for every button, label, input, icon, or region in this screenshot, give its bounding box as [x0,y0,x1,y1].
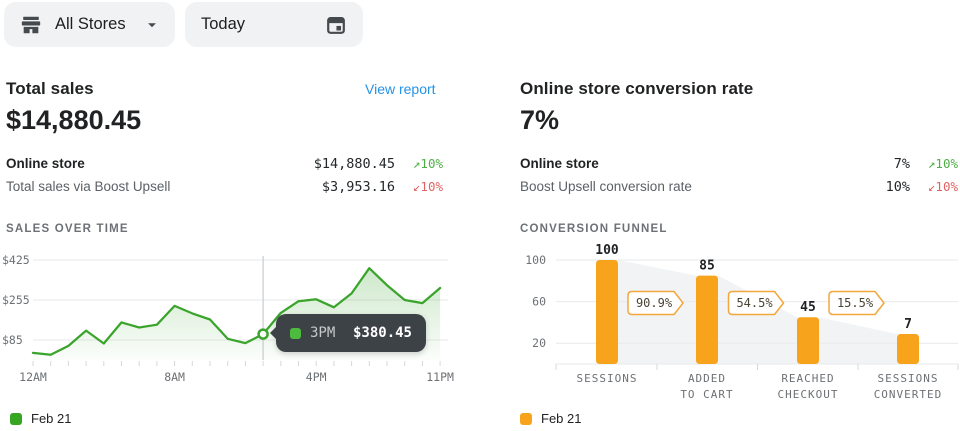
metric-row: Online store $14,880.45 ↗10% [6,152,443,175]
metric-value: $14,880.45 [314,156,395,172]
x-axis-label: 11PM [426,370,454,384]
metric-label: Boost Upsell conversion rate [520,179,886,194]
drop-rate-label: 90.9% [636,296,673,310]
legend-label: Feb 21 [541,411,581,426]
chart-tooltip: 3PM $380.45 [276,314,426,352]
date-range-selector[interactable]: Today [185,2,363,47]
funnel-bar[interactable] [797,317,819,364]
funnel-chart[interactable]: 100 60 20 100 SESSIONS 85 ADDED TO CART 45 REACHE… [520,236,960,408]
metric-row: Online store 7% ↗10% [520,152,958,175]
category-label: SESSIONS [878,372,939,385]
metric-label: Online store [520,156,894,171]
legend-swatch-orange [520,413,532,425]
legend-swatch-green [10,413,22,425]
total-sales-value: $14,880.45 [6,105,141,136]
funnel-legend: Feb 21 [520,411,581,426]
x-axis-label: 4PM [306,370,327,384]
metric-value: 10% [886,179,910,195]
metric-delta: ↙10% [395,179,443,194]
conversion-metrics: Online store 7% ↗10% Boost Upsell conver… [520,152,958,198]
store-icon [20,14,42,36]
view-report-link[interactable]: View report [365,81,436,97]
sales-over-time-heading: SALES OVER TIME [6,223,129,235]
tooltip-time: 3PM [310,325,335,341]
tooltip-series-swatch [290,328,301,339]
metric-delta: ↗10% [395,156,443,171]
category-label: CHECKOUT [778,388,839,401]
x-axis-label: 8AM [164,370,185,384]
metric-row: Boost Upsell conversion rate 10% ↙10% [520,175,958,198]
bar-value-label: 85 [699,259,715,274]
category-label: SESSIONS [577,372,638,385]
y-axis-label: $255 [2,293,30,307]
metric-value: 7% [894,156,910,172]
metric-delta: ↙10% [910,179,958,194]
legend-label: Feb 21 [31,411,71,426]
x-axis-label: 12AM [19,370,47,384]
conversion-funnel-heading: CONVERSION FUNNEL [520,223,668,235]
category-label: ADDED [688,372,726,385]
total-sales-metrics: Online store $14,880.45 ↗10% Total sales… [6,152,443,198]
drop-rate-label: 54.5% [736,296,773,310]
drop-rate-label: 15.5% [837,296,874,310]
metric-label: Online store [6,156,314,171]
metric-delta: ↗10% [910,156,958,171]
bar-value-label: 45 [800,300,816,315]
bar-value-label: 7 [904,317,912,332]
metric-value: $3,953.16 [322,179,395,195]
tooltip-amount: $380.45 [353,325,412,341]
total-sales-title: Total sales [6,79,94,99]
category-label: REACHED [781,372,834,385]
bar-value-label: 100 [595,243,619,258]
conversion-rate-title: Online store conversion rate [520,79,753,99]
date-range-label: Today [201,15,245,34]
y-axis-label: 20 [532,336,546,350]
funnel-bar[interactable] [596,260,618,364]
y-axis-label: $425 [2,253,30,267]
funnel-bar[interactable] [897,334,919,364]
analytics-dashboard: All Stores Today Total sales View report… [0,0,960,431]
calendar-icon [325,14,347,36]
conversion-rate-value: 7% [520,105,559,136]
hover-point-marker [259,330,268,339]
category-label: CONVERTED [874,388,943,401]
sales-legend: Feb 21 [10,411,71,426]
category-label: TO CART [680,388,733,401]
y-axis-label: $85 [2,333,23,347]
metric-label: Total sales via Boost Upsell [6,179,322,194]
funnel-bar[interactable] [696,276,718,364]
store-selector[interactable]: All Stores [4,2,175,47]
y-axis-label: 100 [525,253,546,267]
filter-bar: All Stores Today [4,2,363,47]
y-axis-label: 60 [532,295,546,309]
chevron-down-icon [145,18,159,32]
metric-row: Total sales via Boost Upsell $3,953.16 ↙… [6,175,443,198]
store-selector-label: All Stores [55,15,126,34]
